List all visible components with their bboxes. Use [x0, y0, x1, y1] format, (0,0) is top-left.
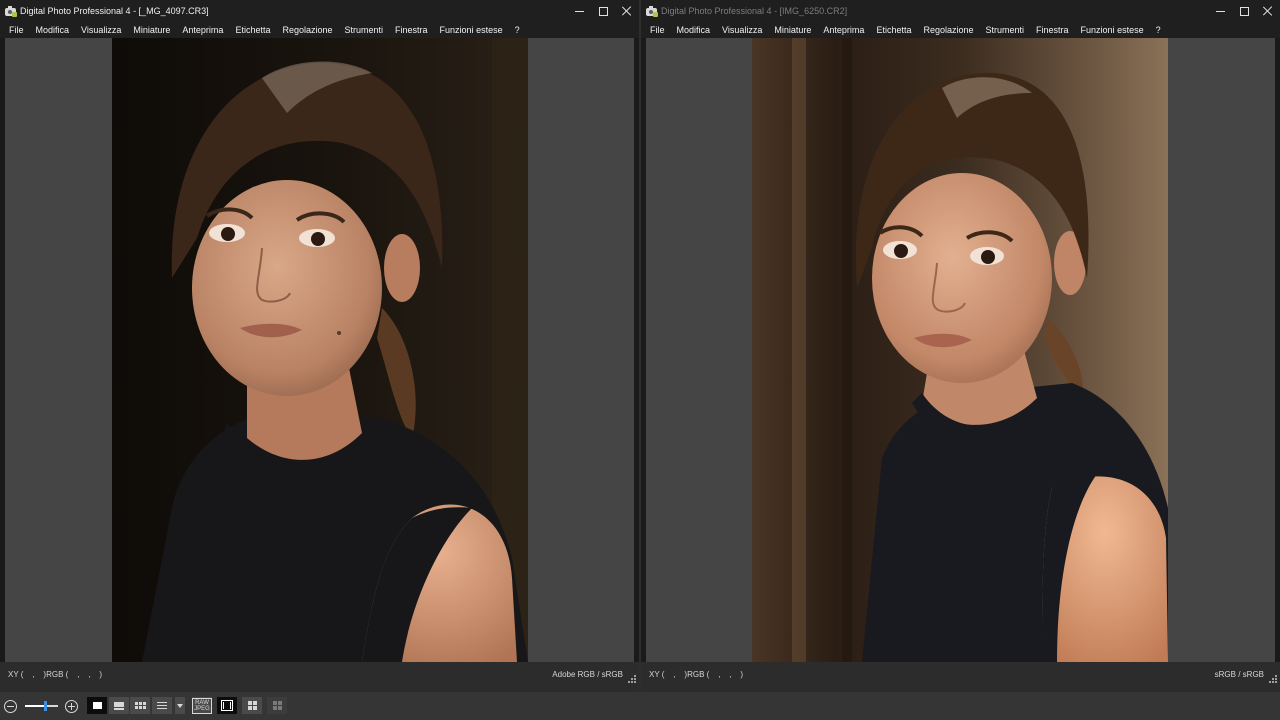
minimize-button[interactable] — [567, 0, 591, 22]
portrait-photo-image — [112, 38, 528, 662]
menu-miniature[interactable]: Miniature — [133, 25, 170, 35]
minimize-icon — [574, 10, 584, 12]
cursor-readout: XY ( , )RGB ( , , ) — [649, 670, 744, 679]
compare-grid-button[interactable] — [267, 697, 287, 714]
menu-bar: File Modifica Visualizza Miniature Antep… — [0, 22, 639, 38]
four-grid-button[interactable] — [242, 697, 262, 714]
title-bar[interactable]: Digital Photo Professional 4 - [IMG_6250… — [641, 0, 1280, 22]
zoom-out-icon[interactable] — [4, 700, 17, 713]
menu-file[interactable]: File — [650, 25, 665, 35]
image-canvas[interactable] — [5, 38, 634, 662]
minimize-icon — [1215, 10, 1225, 12]
dpp-app-icon — [5, 5, 17, 17]
status-bar: XY ( , )RGB ( , , ) Adobe RGB / sRGB — [0, 662, 639, 692]
resize-grip-icon[interactable] — [628, 675, 636, 683]
split-view-icon — [114, 701, 124, 710]
menu-regolazione[interactable]: Regolazione — [923, 25, 973, 35]
view-dropdown-icon[interactable] — [175, 697, 185, 714]
menu-finestra[interactable]: Finestra — [1036, 25, 1069, 35]
cursor-readout: XY ( , )RGB ( , , ) — [8, 670, 103, 679]
zoom-slider-fill — [25, 705, 45, 707]
split-view-button[interactable] — [109, 697, 129, 714]
menu-modifica[interactable]: Modifica — [677, 25, 711, 35]
status-bar: XY ( , )RGB ( , , ) sRGB / sRGB — [641, 662, 1280, 692]
jpeg-label: JPEG — [194, 705, 210, 712]
menu-finestra[interactable]: Finestra — [395, 25, 428, 35]
image-canvas[interactable] — [646, 38, 1275, 662]
close-icon — [622, 6, 632, 16]
menu-etichetta[interactable]: Etichetta — [876, 25, 911, 35]
menu-etichetta[interactable]: Etichetta — [235, 25, 270, 35]
menu-funzioni-estese[interactable]: Funzioni estese — [440, 25, 503, 35]
dpp-app-icon — [646, 5, 658, 17]
window-title: Digital Photo Professional 4 - [_MG_4097… — [20, 6, 209, 16]
maximize-icon — [1239, 6, 1249, 16]
close-icon — [1263, 6, 1273, 16]
four-grid-icon — [247, 701, 257, 710]
menu-funzioni-estese[interactable]: Funzioni estese — [1081, 25, 1144, 35]
zoom-in-icon[interactable] — [65, 700, 78, 713]
maximize-button[interactable] — [591, 0, 615, 22]
bottom-toolbar: RAW JPEG — [0, 692, 1280, 720]
maximize-button[interactable] — [1232, 0, 1256, 22]
minimize-button[interactable] — [1208, 0, 1232, 22]
close-button[interactable] — [1256, 0, 1280, 22]
window-title: Digital Photo Professional 4 - [IMG_6250… — [661, 6, 848, 16]
portrait-photo[interactable] — [112, 38, 528, 662]
menu-miniature[interactable]: Miniature — [774, 25, 811, 35]
menu-visualizza[interactable]: Visualizza — [722, 25, 762, 35]
menu-anteprima[interactable]: Anteprima — [182, 25, 223, 35]
close-button[interactable] — [615, 0, 639, 22]
single-view-button[interactable] — [87, 697, 107, 714]
resize-grip-icon[interactable] — [1269, 675, 1277, 683]
raw-jpeg-button[interactable]: RAW JPEG — [192, 697, 212, 714]
grid-view-button[interactable] — [130, 697, 150, 714]
filmstrip-button[interactable] — [217, 697, 237, 714]
menu-visualizza[interactable]: Visualizza — [81, 25, 121, 35]
color-space-label: Adobe RGB / sRGB — [552, 670, 623, 679]
portrait-photo[interactable] — [752, 38, 1168, 662]
menu-help[interactable]: ? — [515, 25, 520, 35]
maximize-icon — [598, 6, 608, 16]
menu-help[interactable]: ? — [1156, 25, 1161, 35]
filmstrip-icon — [221, 700, 233, 711]
menu-strumenti[interactable]: Strumenti — [345, 25, 384, 35]
menu-bar: File Modifica Visualizza Miniature Antep… — [641, 22, 1280, 38]
portrait-photo-image — [752, 38, 1168, 662]
menu-regolazione[interactable]: Regolazione — [282, 25, 332, 35]
photo-window-right: Digital Photo Professional 4 - [IMG_6250… — [641, 0, 1280, 692]
menu-strumenti[interactable]: Strumenti — [986, 25, 1025, 35]
photo-window-left: Digital Photo Professional 4 - [_MG_4097… — [0, 0, 639, 692]
title-bar[interactable]: Digital Photo Professional 4 - [_MG_4097… — [0, 0, 639, 22]
list-view-icon — [157, 700, 167, 711]
menu-file[interactable]: File — [9, 25, 24, 35]
menu-anteprima[interactable]: Anteprima — [823, 25, 864, 35]
zoom-slider-thumb[interactable] — [43, 701, 47, 711]
grid-view-icon — [134, 702, 146, 709]
menu-modifica[interactable]: Modifica — [36, 25, 70, 35]
compare-grid-icon — [272, 701, 282, 710]
raw-jpeg-icon: RAW JPEG — [192, 697, 212, 714]
list-view-button[interactable] — [152, 697, 172, 714]
raw-label: RAW — [195, 699, 209, 706]
color-space-label: sRGB / sRGB — [1214, 670, 1264, 679]
zoom-slider[interactable] — [25, 701, 58, 711]
single-view-icon — [92, 702, 102, 709]
